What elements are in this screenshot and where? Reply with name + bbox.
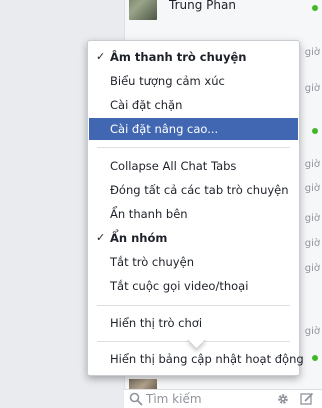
menu-item-close-all-tabs[interactable]: Đóng tất cả các tab trò chuyện [89, 179, 298, 201]
menu-separator [97, 305, 290, 306]
menu-item-label: Cài đặt chặn [110, 98, 183, 112]
menu-item-label: Cài đặt nâng cao... [110, 122, 219, 136]
menu-item-turn-off-calls[interactable]: Tắt cuộc gọi video/thoại [89, 275, 298, 297]
menu-separator [97, 147, 290, 148]
menu-item-label: Hiển thị trò chơi [110, 316, 203, 330]
menu-item-emoticons[interactable]: Biểu tượng cảm xúc [89, 70, 298, 92]
menu-item-label: Đóng tất cả các tab trò chuyện [110, 183, 289, 197]
sidebar-time-hint: giờ [304, 47, 320, 58]
menu-item-label: Biểu tượng cảm xúc [110, 74, 225, 88]
menu-item-show-activity-ticker[interactable]: Hiển thị bảng cập nhật hoạt động [89, 348, 304, 370]
contact-name: Trung Phan [169, 0, 236, 12]
menu-item-chat-sounds[interactable]: ✓ Âm thanh trò chuyện [89, 46, 298, 68]
checkmark-icon: ✓ [96, 50, 106, 63]
search-icon [129, 392, 143, 406]
search-input[interactable] [146, 390, 266, 408]
menu-item-label: Hiển thị bảng cập nhật hoạt động [110, 352, 304, 366]
menu-item-label: Ẩn thanh bên [110, 207, 188, 221]
menu-item-turn-off-chat[interactable]: Tắt trò chuyện [89, 251, 298, 273]
sidebar-time-hint: giờ [304, 238, 320, 249]
menu-item-label: Tắt cuộc gọi video/thoại [110, 279, 249, 293]
chat-search-bar [124, 389, 322, 408]
compose-icon[interactable] [300, 392, 314, 406]
sidebar-time-hint: giờ [304, 83, 320, 94]
menu-item-label: Âm thanh trò chuyện [110, 50, 247, 64]
menu-item-label: Ẩn nhóm [110, 231, 168, 245]
menu-item-hide-sidebar[interactable]: Ẩn thanh bên [89, 203, 298, 225]
avatar [129, 0, 157, 20]
menu-item-label: Tắt trò chuyện [110, 255, 194, 269]
sidebar-time-hint: giờ [304, 213, 320, 224]
menu-item-show-games[interactable]: Hiển thị trò chơi [89, 312, 298, 334]
online-indicator [312, 128, 318, 134]
menu-item-collapse-tabs[interactable]: Collapse All Chat Tabs [89, 155, 298, 177]
sidebar-time-hint: giờ [304, 263, 320, 274]
sidebar-time-hint: giờ [304, 326, 320, 337]
gear-icon[interactable] [276, 392, 290, 406]
menu-item-hide-groups[interactable]: ✓ Ẩn nhóm [89, 227, 298, 249]
checkmark-icon: ✓ [96, 231, 106, 244]
menu-item-label: Collapse All Chat Tabs [110, 159, 237, 173]
menu-item-block-settings[interactable]: Cài đặt chặn [89, 94, 298, 116]
sidebar-time-hint: giờ [304, 183, 320, 194]
online-indicator [312, 5, 318, 11]
sidebar-time-hint: giờ [304, 159, 320, 170]
chat-options-menu: ✓ Âm thanh trò chuyện Biểu tượng cảm xúc… [87, 40, 304, 376]
contact-row[interactable]: Trung Phan [124, 0, 322, 22]
menu-item-advanced-settings[interactable]: Cài đặt nâng cao... [89, 118, 298, 140]
online-indicator [312, 355, 318, 361]
